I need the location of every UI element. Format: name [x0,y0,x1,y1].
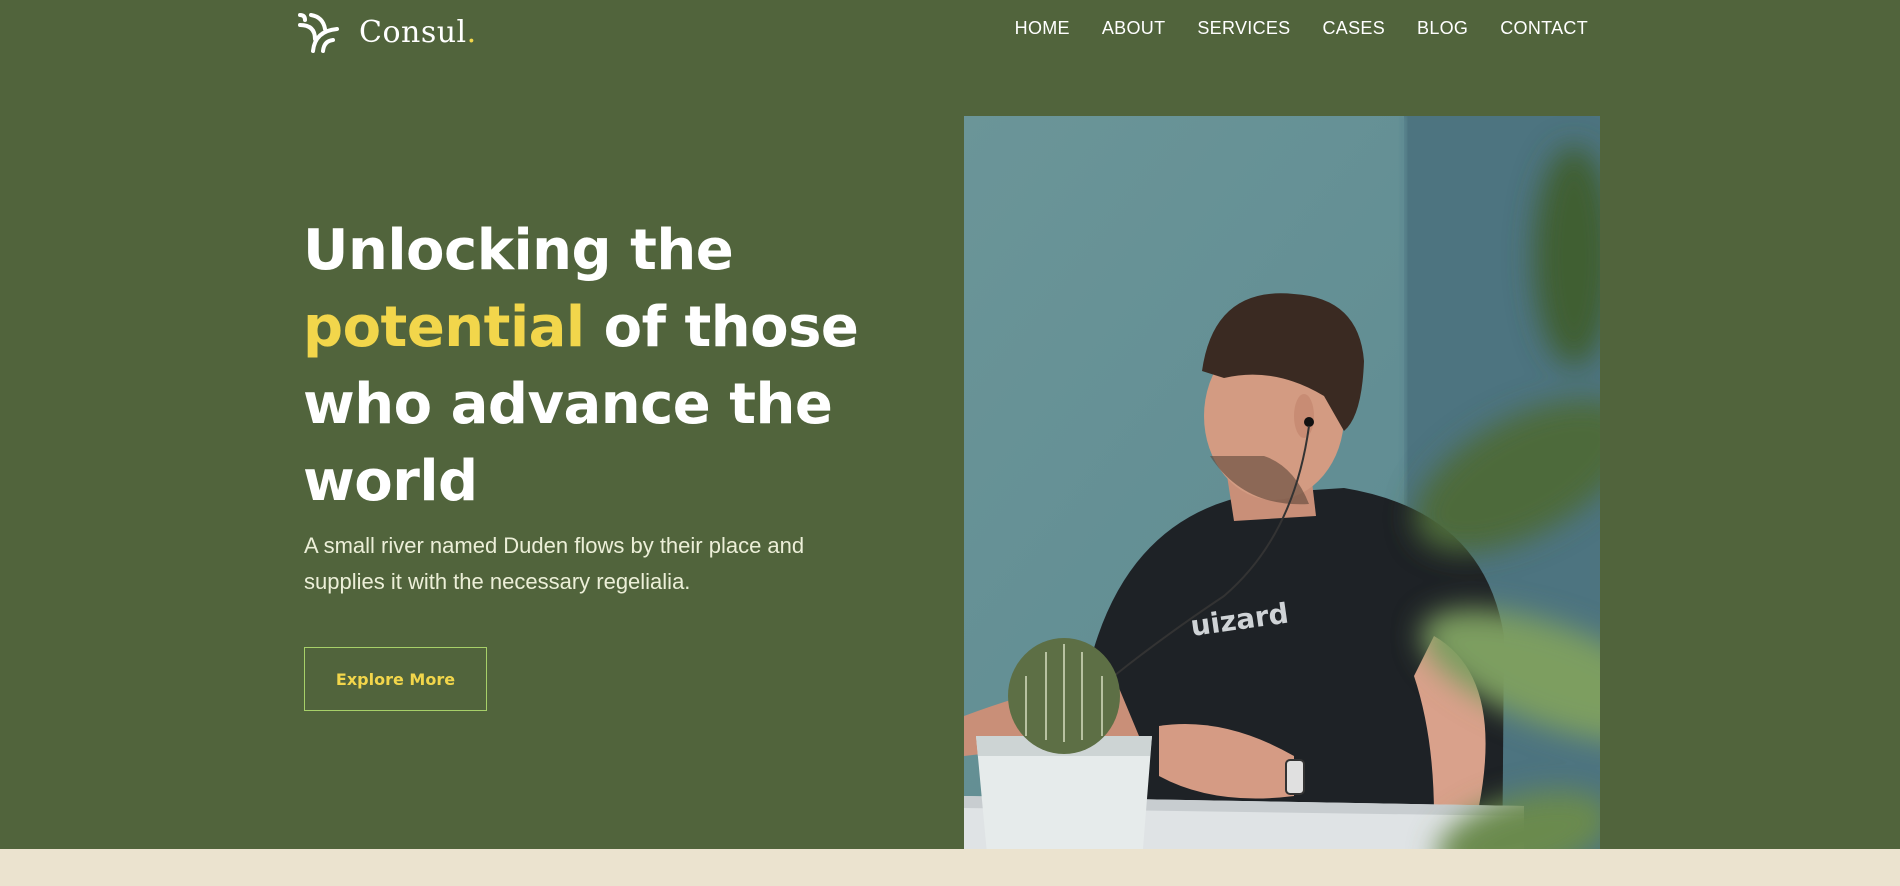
landing-page: Consul. HOME ABOUT SERVICES CASES BLOG C… [0,0,1900,886]
hero-description: A small river named Duden flows by their… [304,533,805,594]
brand-name: Consul. [359,14,477,50]
hero-title-line3: who advance the [303,372,833,437]
nav-cases[interactable]: CASES [1322,18,1385,39]
nav-services[interactable]: SERVICES [1197,18,1290,39]
main-nav: HOME ABOUT SERVICES CASES BLOG CONTACT [1015,18,1588,39]
explore-more-button[interactable]: Explore More [304,647,487,711]
hero-title-accent: potential [303,295,585,360]
hero-photo: uizard [964,116,1600,886]
nav-blog[interactable]: BLOG [1417,18,1468,39]
nav-about[interactable]: ABOUT [1102,18,1166,39]
signal-waves-icon [297,11,341,53]
brand-logo[interactable]: Consul. [297,10,477,54]
hero-title-line1: Unlocking the [303,218,734,283]
hero-title: Unlocking the potential of those who adv… [303,212,863,520]
hero-title-line4: world [303,449,478,514]
hero-title-line2: of those [584,295,859,360]
nav-contact[interactable]: CONTACT [1500,18,1588,39]
brand-dot: . [466,14,477,50]
nav-home[interactable]: HOME [1015,18,1070,39]
bottom-section-band [0,849,1900,886]
